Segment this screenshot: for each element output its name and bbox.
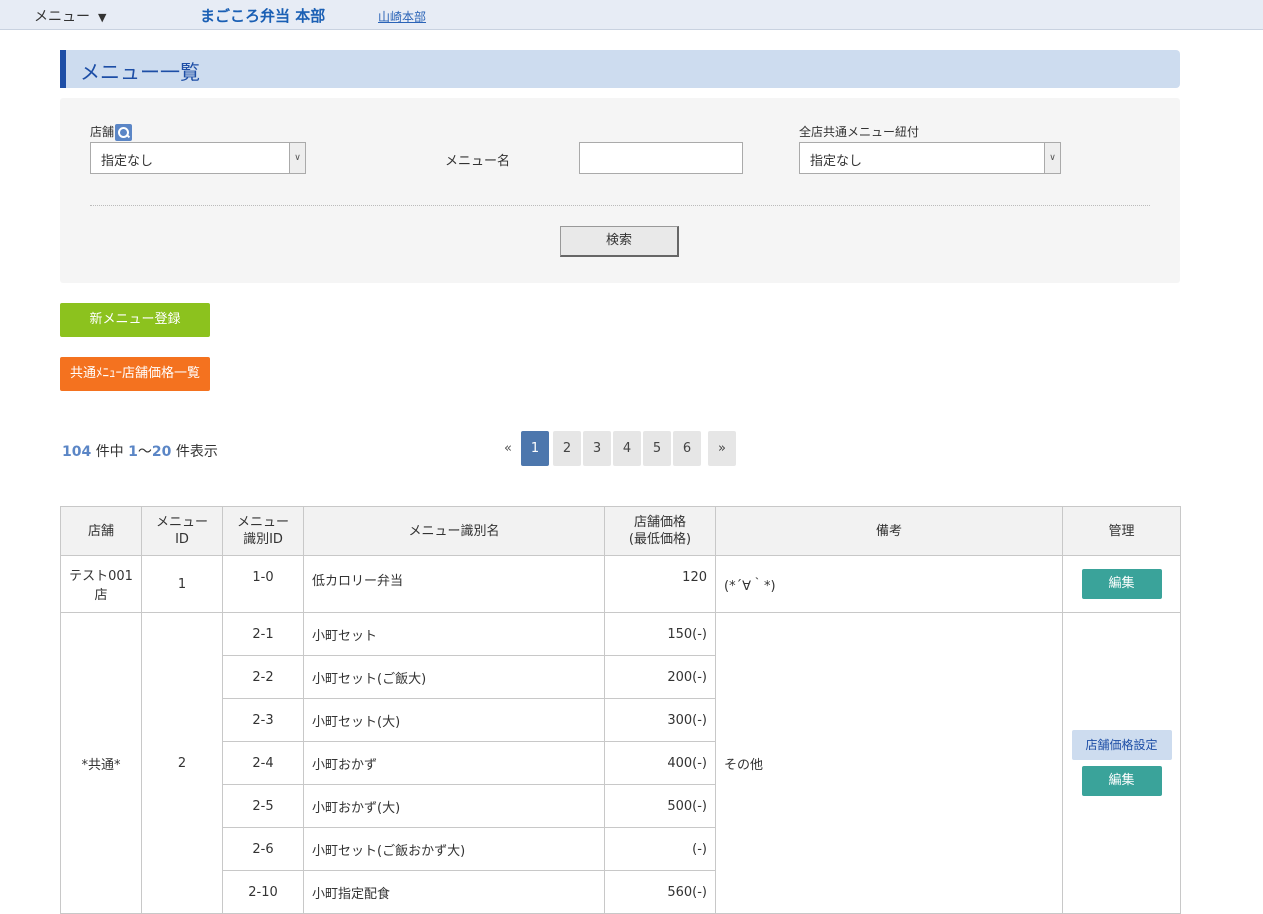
ident-name-cell: 小町おかず(大) <box>303 784 605 828</box>
note-cell: その他 <box>715 612 1063 914</box>
page-3-button[interactable]: 3 <box>583 431 611 466</box>
price-cell: 200(-) <box>604 655 716 699</box>
page-2-button[interactable]: 2 <box>553 431 581 466</box>
ident-id-cell: 2-1 <box>222 612 304 656</box>
table-row: テスト001 店 1 1-0 低カロリー弁当 120 (*´∀｀*) 編集 <box>60 555 1181 613</box>
range-end: 20 <box>151 444 172 460</box>
result-count: 104 件中 1〜20 件表示 <box>62 441 218 461</box>
store-name-line2: 店 <box>94 588 108 603</box>
header-menu-id: メニュー ID <box>141 506 223 556</box>
count-text-end: 件表示 <box>175 444 218 460</box>
page-5-button[interactable]: 5 <box>643 431 671 466</box>
price-cell: 120 <box>604 555 716 613</box>
menu-dropdown[interactable]: メニュー ▼ <box>34 6 106 26</box>
ident-name-cell: 小町おかず <box>303 741 605 785</box>
price-cell: 300(-) <box>604 698 716 742</box>
page-title: メニュー一覧 <box>60 50 1180 88</box>
header-ident-id-line1: メニュー <box>236 515 289 530</box>
hq-link[interactable]: 山崎本部 <box>378 8 426 25</box>
search-panel: 店舗 指定なし ∨ メニュー名 全店共通メニュー紐付 指定なし ∨ 検索 <box>60 98 1180 283</box>
ident-name-cell: 小町指定配食 <box>303 870 605 914</box>
ident-id-cell: 2-6 <box>222 827 304 871</box>
header-store: 店舗 <box>60 506 142 556</box>
ident-name-cell: 小町セット(ご飯おかず大) <box>303 827 605 871</box>
range-start: 1 <box>128 444 138 460</box>
ident-name-cell: 低カロリー弁当 <box>303 555 605 613</box>
header-ident-name: メニュー識別名 <box>303 506 605 556</box>
menu-name-input[interactable] <box>579 142 743 174</box>
manage-cell: 編集 <box>1062 555 1181 613</box>
header-ident-id: メニュー識別ID <box>222 506 304 556</box>
page-6-button[interactable]: 6 <box>673 431 701 466</box>
page-4-button[interactable]: 4 <box>613 431 641 466</box>
header-ident-id-line2: 識別ID <box>243 532 283 547</box>
store-select[interactable]: 指定なし ∨ <box>90 142 306 174</box>
common-price-list-button[interactable]: 共通ﾒﾆｭｰ店舗価格一覧 <box>60 357 210 391</box>
ident-id-cell: 2-3 <box>222 698 304 742</box>
store-price-setting-button[interactable]: 店舗価格設定 <box>1071 730 1172 760</box>
edit-button[interactable]: 編集 <box>1081 569 1162 599</box>
menu-label: メニュー <box>34 9 90 25</box>
page-1-button[interactable]: 1 <box>521 431 549 466</box>
pagination-next[interactable]: » <box>708 431 736 466</box>
store-label: 店舗 <box>90 125 115 139</box>
ident-name-cell: 小町セット(大) <box>303 698 605 742</box>
common-link-select-value: 指定なし <box>810 154 863 169</box>
dropdown-arrow-icon: ▼ <box>98 11 107 24</box>
common-link-select[interactable]: 指定なし ∨ <box>799 142 1061 174</box>
header-menu-id-line2: ID <box>175 532 189 547</box>
menu-table: 店舗 メニュー ID メニュー識別ID メニュー識別名 店舗価格 (最低価格) 備考… <box>60 506 1181 914</box>
menu-name-label: メニュー名 <box>445 154 511 169</box>
manage-cell: 店舗価格設定 編集 <box>1062 612 1181 914</box>
ident-id-cell: 2-10 <box>222 870 304 914</box>
top-bar: メニュー ▼ まごころ弁当 本部 山崎本部 <box>0 0 1263 30</box>
note-cell: (*´∀｀*) <box>715 555 1063 613</box>
common-link-label: 全店共通メニュー紐付 <box>799 125 920 139</box>
ident-id-cell: 2-2 <box>222 655 304 699</box>
header-note: 備考 <box>715 506 1063 556</box>
header-price: 店舗価格 (最低価格) <box>604 506 716 556</box>
store-search-icon[interactable] <box>115 124 133 141</box>
range-separator: 〜 <box>137 444 152 460</box>
ident-id-cell: 2-5 <box>222 784 304 828</box>
brand-title: まごころ弁当 本部 <box>200 7 326 25</box>
table-row: *共通* 2 2-1 小町セット 150(-) その他 店舗価格設定 編集 <box>60 612 1181 914</box>
price-cell: (-) <box>604 827 716 871</box>
header-menu-id-line1: メニュー <box>155 515 208 530</box>
search-button[interactable]: 検索 <box>560 226 679 257</box>
chevron-down-icon: ∨ <box>289 143 305 173</box>
store-name-line1: テスト001 <box>69 569 133 584</box>
divider <box>90 205 1150 206</box>
menu-id-cell: 1 <box>141 555 223 613</box>
pagination-prev[interactable]: « <box>494 431 522 466</box>
store-select-value: 指定なし <box>101 154 154 169</box>
chevron-down-icon: ∨ <box>1044 143 1060 173</box>
store-label-row: 店舗 <box>90 123 133 141</box>
price-cell: 560(-) <box>604 870 716 914</box>
header-manage: 管理 <box>1062 506 1181 556</box>
price-cell: 400(-) <box>604 741 716 785</box>
store-cell: *共通* <box>60 612 142 914</box>
ident-name-cell: 小町セット <box>303 612 605 656</box>
ident-id-cell: 2-4 <box>222 741 304 785</box>
new-menu-button[interactable]: 新メニュー登録 <box>60 303 210 337</box>
table-header-row: 店舗 メニュー ID メニュー識別ID メニュー識別名 店舗価格 (最低価格) 備考… <box>60 506 1181 556</box>
price-cell: 150(-) <box>604 612 716 656</box>
header-price-line1: 店舗価格 <box>633 515 686 530</box>
total-count: 104 <box>62 444 92 460</box>
edit-button[interactable]: 編集 <box>1081 766 1162 796</box>
count-text-middle: 件中 <box>95 444 124 460</box>
menu-id-cell: 2 <box>141 612 223 914</box>
ident-id-cell: 1-0 <box>222 555 304 613</box>
price-cell: 500(-) <box>604 784 716 828</box>
store-cell: テスト001 店 <box>60 555 142 613</box>
ident-name-cell: 小町セット(ご飯大) <box>303 655 605 699</box>
header-price-line2: (最低価格) <box>628 532 692 547</box>
